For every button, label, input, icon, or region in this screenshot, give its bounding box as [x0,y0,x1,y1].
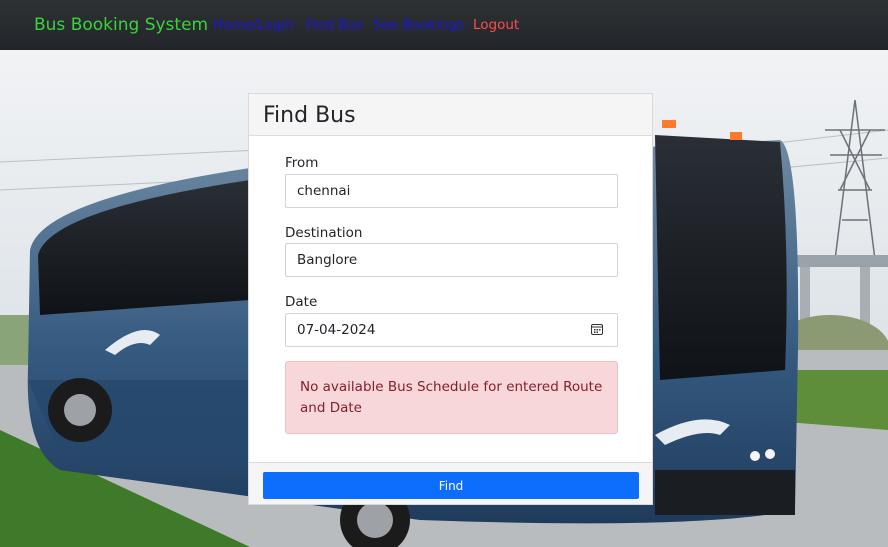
date-input[interactable] [285,313,618,347]
calendar-icon[interactable] [591,323,603,335]
destination-input[interactable] [285,243,618,277]
nav-link-see-bookings[interactable]: See Bookings [373,17,464,33]
from-label: From [285,155,319,171]
navbar: Bus Booking System Home/Login Find Bus S… [0,0,888,50]
nav-link-find-bus[interactable]: Find Bus [306,17,363,33]
nav-link-home-login[interactable]: Home/Login [213,17,294,33]
card-title: Find Bus [263,103,356,128]
destination-label: Destination [285,225,363,241]
brand-title[interactable]: Bus Booking System [34,15,208,35]
card-footer: Find [249,462,652,504]
find-button[interactable]: Find [263,472,639,499]
nav-link-logout[interactable]: Logout [473,17,519,33]
no-schedule-alert: No available Bus Schedule for entered Ro… [285,361,618,434]
card-header: Find Bus [249,94,652,136]
find-bus-card: Find Bus From Destination Date No availa… [248,93,653,505]
from-input[interactable] [285,174,618,208]
date-label: Date [285,294,318,310]
